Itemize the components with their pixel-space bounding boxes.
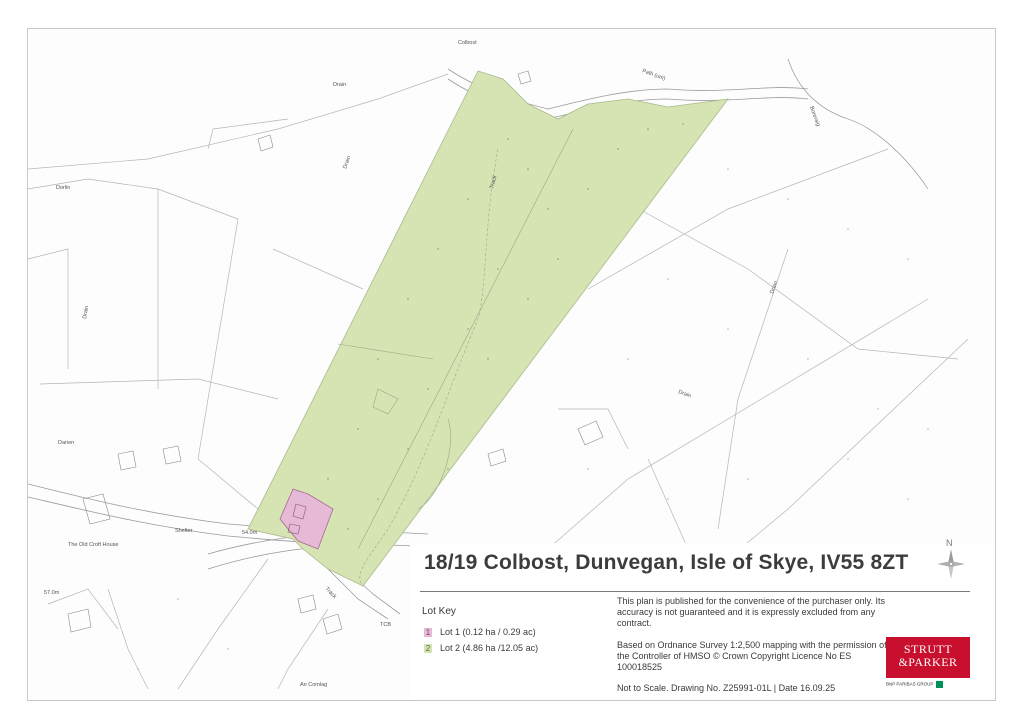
lot-key-item-1: 1 Lot 1 (0.12 ha / 0.29 ac) — [424, 627, 536, 638]
lot-2-label: Lot 2 (4.86 ha /12.05 ac) — [440, 643, 539, 653]
info-panel: 18/19 Colbost, Dunvegan, Isle of Skye, I… — [410, 538, 994, 699]
lot-1-label: Lot 1 (0.12 ha / 0.29 ac) — [440, 627, 536, 637]
lot-key-heading: Lot Key — [422, 606, 456, 617]
title-divider — [420, 591, 970, 592]
disclaimer-text: This plan is published for the convenien… — [617, 596, 885, 628]
os-licence-text: Based on Ordnance Survey 1:2,500 mapping… — [617, 640, 887, 672]
logo-line-1: STRUTT — [903, 642, 953, 656]
label-drain-1: Drain — [333, 82, 346, 88]
bnp-group-label: BNP PARIBAS GROUP — [886, 681, 944, 688]
strutt-parker-logo: STRUTT &PARKER — [886, 637, 970, 678]
label-track-2: Track — [324, 586, 338, 600]
label-tcb: TCB — [380, 622, 391, 628]
label-boreraig: Boreraig — [808, 106, 821, 128]
label-spot-height-1: 54.0m — [242, 530, 258, 536]
label-an-comlag: An Comlag — [300, 682, 327, 688]
label-dorlin: Dorlin — [56, 185, 70, 191]
label-drain-3: Drain — [82, 305, 90, 319]
north-arrow-icon: N — [934, 537, 968, 581]
label-drain-4: Drain — [769, 280, 779, 294]
drawing-info: Not to Scale. Drawing No. Z25991-01L | D… — [617, 683, 836, 693]
label-drain-2: Drain — [342, 155, 352, 169]
lot-key-item-2: 2 Lot 2 (4.86 ha /12.05 ac) — [424, 643, 539, 654]
lot-1-swatch: 1 — [424, 628, 432, 638]
bnp-group-text: BNP PARIBAS GROUP — [886, 681, 934, 687]
label-shelter: Shelter — [175, 528, 193, 534]
bnp-mark-icon — [936, 681, 944, 688]
plan-title: 18/19 Colbost, Dunvegan, Isle of Skye, I… — [424, 551, 909, 574]
label-colbost: Colbost — [458, 40, 477, 46]
lot-2-swatch: 2 — [424, 644, 432, 654]
label-path: Path (um) — [641, 68, 666, 82]
label-darien: Darien — [58, 440, 74, 446]
label-drain-5: Drain — [677, 389, 691, 399]
label-spot-height-2: 57.0m — [44, 590, 60, 596]
label-old-croft-house: The Old Croft House — [68, 542, 118, 548]
logo-line-2: &PARKER — [898, 655, 958, 669]
compass-label: N — [946, 538, 953, 548]
